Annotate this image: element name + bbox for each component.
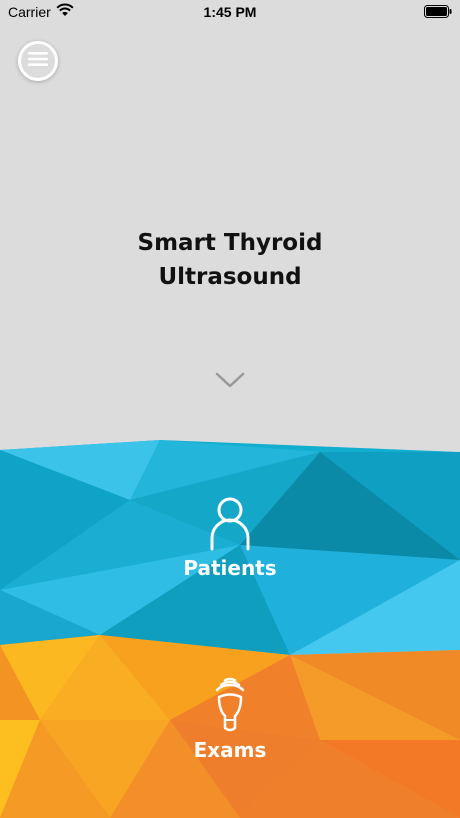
- ultrasound-probe-icon: [213, 676, 247, 738]
- patients-label: Patients: [183, 556, 277, 580]
- patients-button[interactable]: Patients: [130, 485, 330, 590]
- exams-button[interactable]: Exams: [130, 672, 330, 772]
- exams-label: Exams: [193, 738, 267, 762]
- person-icon: [209, 493, 251, 555]
